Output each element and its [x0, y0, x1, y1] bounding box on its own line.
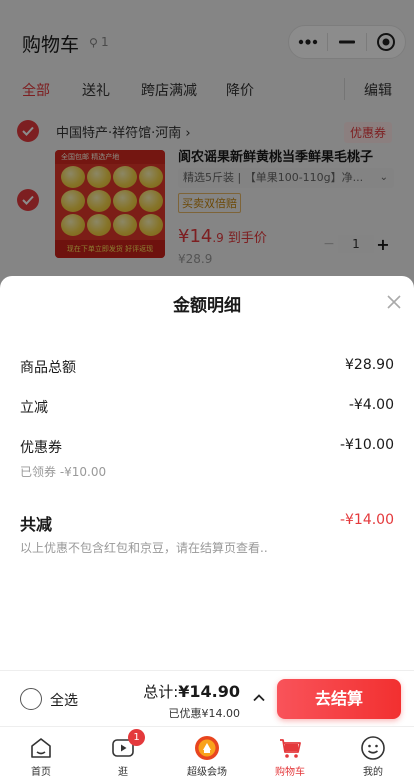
instant-discount-value: -¥4.00: [348, 397, 394, 413]
total-summary: 总计:¥14.90: [143, 681, 240, 702]
total-label: 总计:: [143, 683, 179, 701]
close-icon[interactable]: [386, 294, 402, 310]
discount-summary: 已优惠¥14.00: [168, 707, 241, 720]
cart-icon: [280, 739, 301, 758]
chevron-up-icon[interactable]: [252, 691, 266, 705]
venue-icon: [195, 736, 219, 760]
tabbar-label-home: 首页: [31, 767, 51, 778]
tabbar-label-profile: 我的: [363, 767, 383, 778]
sheet-title: 金额明细: [173, 296, 241, 316]
tabbar-label-cart: 购物车: [275, 767, 305, 778]
coupon-claimed-note: 已领券 -¥10.00: [20, 465, 107, 479]
select-all-label[interactable]: 全选: [50, 690, 78, 710]
instant-discount-label: 立减: [20, 400, 48, 416]
goods-total-value: ¥28.90: [345, 357, 394, 373]
tabbar-item-browse[interactable]: 1 逛: [82, 727, 164, 780]
tabbar-item-profile[interactable]: 我的: [332, 727, 414, 780]
tabbar-item-super-venue[interactable]: 超级会场: [166, 727, 248, 780]
goods-total-label: 商品总额: [20, 360, 76, 376]
tabbar-label-super-venue: 超级会场: [187, 767, 227, 778]
select-all-checkbox[interactable]: [20, 688, 42, 710]
total-value: ¥14.90: [178, 682, 240, 701]
tabbar-item-cart[interactable]: 购物车: [249, 727, 331, 780]
home-icon: [31, 738, 51, 758]
checkout-bar: 全选 总计:¥14.90 已优惠¥14.00 去结算: [0, 670, 414, 726]
notification-badge: 1: [128, 729, 145, 746]
discount-note: 以上优惠不包含红包和京豆，请在结算页查看..: [20, 541, 268, 555]
tabbar-item-home[interactable]: 首页: [0, 727, 82, 780]
checkout-button[interactable]: 去结算: [277, 679, 401, 719]
bottom-tab-bar: 首页 1 逛 超级会场 购物车 我的: [0, 726, 414, 780]
total-discount-label: 共减: [20, 515, 53, 534]
total-discount-value: -¥14.00: [339, 512, 394, 528]
tabbar-label-browse: 逛: [118, 767, 128, 778]
coupon-value: -¥10.00: [339, 437, 394, 453]
profile-icon: [361, 736, 385, 760]
coupon-label: 优惠券: [20, 440, 62, 456]
